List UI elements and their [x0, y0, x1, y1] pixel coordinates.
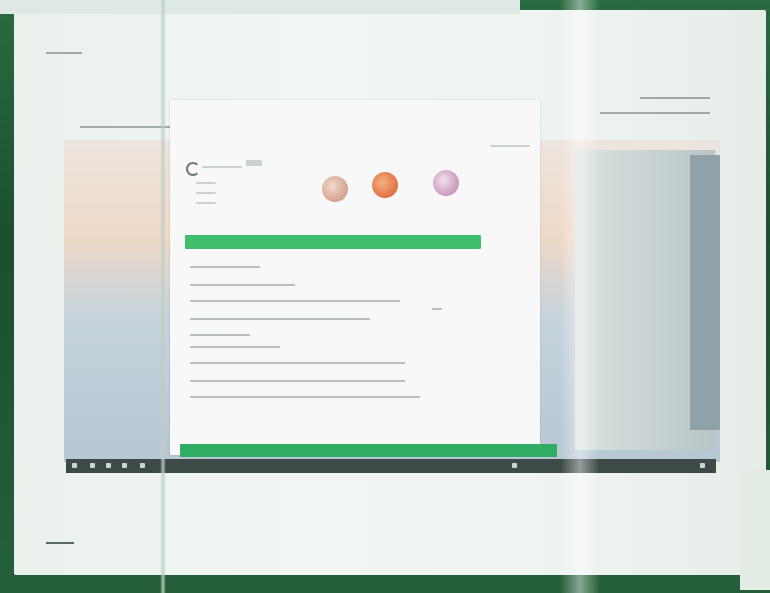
- board-header-text: [46, 52, 82, 54]
- taskbar-icon[interactable]: [72, 463, 77, 468]
- right-pole: [740, 470, 770, 590]
- side-text: [196, 182, 216, 184]
- taskbar-icon[interactable]: [140, 463, 145, 468]
- orb-icon[interactable]: [322, 176, 348, 202]
- browser-logo-icon: [186, 162, 200, 176]
- list-item: [190, 318, 370, 320]
- logo-text: [202, 166, 242, 168]
- taskbar-icon[interactable]: [122, 463, 127, 468]
- browser-window: [170, 100, 540, 455]
- taskbar-icon[interactable]: [700, 463, 705, 468]
- board-text-line: [600, 112, 710, 114]
- list-item: [190, 362, 405, 364]
- list-item: [190, 284, 295, 286]
- desktop-right-window-edge: [690, 155, 720, 430]
- list-item: [190, 380, 405, 382]
- orb-icon[interactable]: [372, 172, 398, 198]
- taskbar-icon[interactable]: [106, 463, 111, 468]
- list-item: [190, 346, 280, 348]
- window-text: [490, 145, 530, 147]
- tab-label: [246, 160, 262, 166]
- glass-glare: [560, 0, 600, 593]
- side-text: [196, 192, 216, 194]
- status-bar: [180, 444, 557, 457]
- list-item: [190, 266, 260, 268]
- orb-icon[interactable]: [433, 170, 459, 196]
- board-text-line: [640, 97, 710, 99]
- board-mark: [46, 542, 74, 544]
- green-banner: [185, 235, 481, 249]
- board-top-edge: [0, 0, 520, 14]
- taskbar-icon[interactable]: [512, 463, 517, 468]
- list-item: [190, 334, 250, 336]
- glass-seam: [160, 0, 166, 593]
- list-item: [190, 396, 420, 398]
- list-mark: [432, 308, 442, 310]
- list-item: [190, 300, 400, 302]
- side-text: [196, 202, 216, 204]
- taskbar-icon[interactable]: [90, 463, 95, 468]
